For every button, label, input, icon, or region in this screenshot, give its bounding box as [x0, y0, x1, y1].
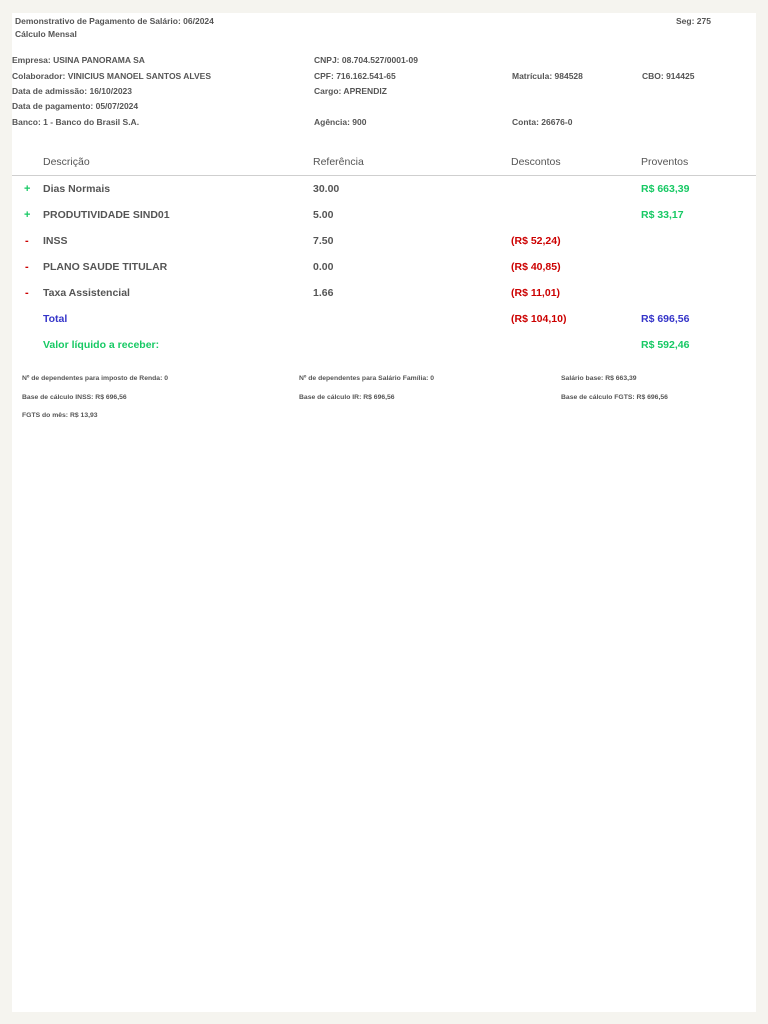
dependentes-ir: Nº de dependentes para imposto de Renda:… [22, 375, 169, 382]
conta-field: Conta: 26676-0 [512, 117, 573, 127]
base-calculo-inss: Base de cálculo INSS: R$ 696,56 [22, 394, 127, 401]
row-desconto: (R$ 40,85) [511, 261, 561, 273]
row-referencia: 30.00 [313, 183, 340, 195]
base-calculo-fgts: Base de cálculo FGTS: R$ 696,56 [561, 394, 668, 401]
total-descontos: (R$ 104,10) [511, 313, 567, 325]
dependentes-salario-familia: Nº de dependentes para Salário Família: … [299, 375, 435, 382]
row-referencia: 7.50 [313, 235, 334, 247]
salario-base: Salário base: R$ 663,39 [561, 375, 637, 382]
row-referencia: 0.00 [313, 261, 334, 273]
pagamento-field: Data de pagamento: 05/07/2024 [12, 101, 139, 111]
cbo-field: CBO: 914425 [642, 71, 695, 81]
cargo-field: Cargo: APRENDIZ [314, 86, 387, 96]
cpf-field: CPF: 716.162.541-65 [314, 71, 396, 81]
total-label: Total [43, 313, 68, 325]
base-calculo-ir: Base de cálculo IR: R$ 696,56 [299, 394, 395, 401]
row-descricao: PLANO SAUDE TITULAR [43, 261, 168, 273]
row-sign-minus: - [25, 287, 29, 299]
header-proventos: Proventos [641, 156, 689, 168]
table-header-divider [12, 175, 756, 176]
row-sign-minus: - [25, 235, 29, 247]
document-subtitle: Cálculo Mensal [15, 29, 77, 39]
document-title: Demonstrativo de Pagamento de Salário: 0… [15, 16, 214, 26]
admissao-field: Data de admissão: 16/10/2023 [12, 86, 133, 96]
row-descricao: Taxa Assistencial [43, 287, 130, 299]
row-descricao: PRODUTIVIDADE SIND01 [43, 209, 170, 221]
cnpj-field: CNPJ: 08.704.527/0001-09 [314, 55, 418, 65]
row-sign-minus: - [25, 261, 29, 273]
row-referencia: 5.00 [313, 209, 334, 221]
seg-number: Seg: 275 [676, 16, 711, 26]
row-referencia: 1.66 [313, 287, 334, 299]
empresa-field: Empresa: USINA PANORAMA SA [12, 55, 145, 65]
colaborador-field: Colaborador: VINICIUS MANOEL SANTOS ALVE… [12, 71, 211, 81]
row-desconto: (R$ 11,01) [511, 287, 561, 299]
row-sign-plus: + [24, 183, 31, 195]
banco-field: Banco: 1 - Banco do Brasil S.A. [12, 117, 140, 127]
row-sign-plus: + [24, 209, 31, 221]
fgts-do-mes: FGTS do mês: R$ 13,93 [22, 412, 98, 419]
total-proventos: R$ 696,56 [641, 313, 690, 325]
header-referencia: Referência [313, 156, 364, 168]
row-provento: R$ 663,39 [641, 183, 690, 195]
header-descontos: Descontos [511, 156, 561, 168]
agencia-field: Agência: 900 [314, 117, 367, 127]
matricula-field: Matrícula: 984528 [512, 71, 583, 81]
payslip-page: Demonstrativo de Pagamento de Salário: 0… [12, 13, 756, 1012]
liquido-value: R$ 592,46 [641, 339, 690, 351]
row-descricao: INSS [43, 235, 68, 247]
liquido-label: Valor líquido a receber: [43, 339, 160, 351]
row-provento: R$ 33,17 [641, 209, 684, 221]
row-desconto: (R$ 52,24) [511, 235, 561, 247]
row-descricao: Dias Normais [43, 183, 111, 195]
header-descricao: Descrição [43, 156, 90, 168]
